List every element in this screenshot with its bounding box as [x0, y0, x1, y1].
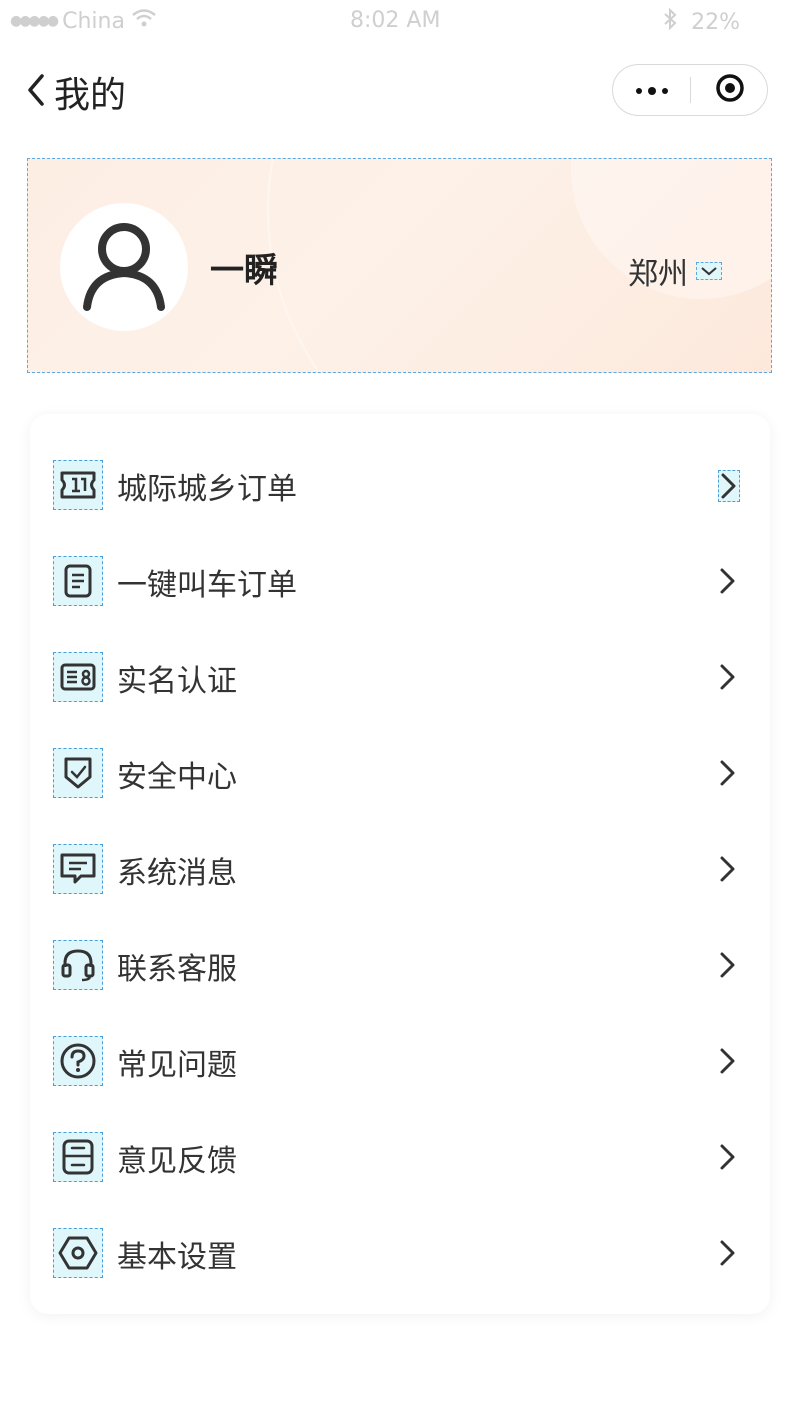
- document-icon: [53, 556, 103, 606]
- menu-item-label: 一键叫车订单: [117, 568, 297, 603]
- profile-card[interactable]: 一瞬 郑州: [27, 158, 772, 373]
- status-time: 8:02 AM: [350, 8, 441, 33]
- battery-info: 22%: [663, 7, 740, 36]
- status-bar: ●●●●● China 8:02 AM 22%: [0, 0, 800, 44]
- menu-item-label: 系统消息: [117, 856, 237, 891]
- page-title: 我的: [54, 75, 127, 116]
- menu-item-label: 常见问题: [117, 1048, 237, 1083]
- menu-item-label: 意见反馈: [117, 1144, 237, 1179]
- chevron-left-icon: [22, 74, 52, 114]
- wifi-icon: [131, 8, 157, 34]
- menu-item-faq[interactable]: 常见问题: [30, 1014, 770, 1110]
- menu-item-security-center[interactable]: 安全中心: [30, 726, 770, 822]
- city-name: 郑州: [628, 257, 688, 292]
- chevron-right-icon: [718, 950, 740, 982]
- question-icon: [53, 1036, 103, 1086]
- mini-program-capsule: [612, 64, 768, 116]
- inbox-icon: [53, 1132, 103, 1182]
- ticket-icon: [53, 460, 103, 510]
- close-mini-program-button[interactable]: [691, 65, 769, 115]
- menu-item-feedback[interactable]: 意见反馈: [30, 1110, 770, 1206]
- menu-item-customer-service[interactable]: 联系客服: [30, 918, 770, 1014]
- bluetooth-icon: [663, 7, 677, 36]
- chevron-right-icon: [718, 662, 740, 694]
- username: 一瞬: [210, 251, 278, 291]
- menu-item-intercity-orders[interactable]: 城际城乡订单: [30, 438, 770, 534]
- chevron-right-icon: [718, 1046, 740, 1078]
- menu-card: 城际城乡订单 一键叫车订单 实名认证 安全中心 系统消息 联系客服 常见问题 意…: [30, 414, 770, 1314]
- city-selector[interactable]: 郑州: [628, 249, 722, 293]
- chevron-right-icon: [718, 1142, 740, 1174]
- chevron-right-icon: [718, 566, 740, 598]
- signal-icon: ●●●●●: [10, 13, 59, 29]
- menu-item-label: 实名认证: [117, 664, 237, 699]
- navigation-bar: 我的: [0, 56, 800, 124]
- carrier-info: ●●●●● China: [10, 8, 157, 34]
- menu-item-system-messages[interactable]: 系统消息: [30, 822, 770, 918]
- chevron-right-icon: [718, 758, 740, 790]
- back-button[interactable]: [22, 70, 52, 110]
- headset-icon: [53, 940, 103, 990]
- carrier-name: China: [62, 8, 125, 34]
- user-icon: [79, 217, 169, 317]
- chevron-down-icon: [696, 262, 722, 280]
- menu-item-real-name-verification[interactable]: 实名认证: [30, 630, 770, 726]
- id-card-icon: [53, 652, 103, 702]
- menu-item-label: 城际城乡订单: [117, 472, 297, 507]
- more-dots-icon: [635, 81, 669, 100]
- menu-item-label: 安全中心: [117, 760, 237, 795]
- menu-item-basic-settings[interactable]: 基本设置: [30, 1206, 770, 1302]
- battery-percent: 22%: [691, 9, 740, 35]
- menu-item-label: 基本设置: [117, 1240, 237, 1275]
- message-icon: [53, 844, 103, 894]
- chevron-right-icon: [718, 1238, 740, 1270]
- more-button[interactable]: [613, 65, 691, 115]
- shield-check-icon: [53, 748, 103, 798]
- chevron-right-icon: [718, 470, 740, 502]
- menu-item-ride-orders[interactable]: 一键叫车订单: [30, 534, 770, 630]
- target-icon: [715, 73, 745, 107]
- chevron-right-icon: [718, 854, 740, 886]
- avatar[interactable]: [60, 203, 188, 331]
- settings-hex-icon: [53, 1228, 103, 1278]
- menu-item-label: 联系客服: [117, 952, 237, 987]
